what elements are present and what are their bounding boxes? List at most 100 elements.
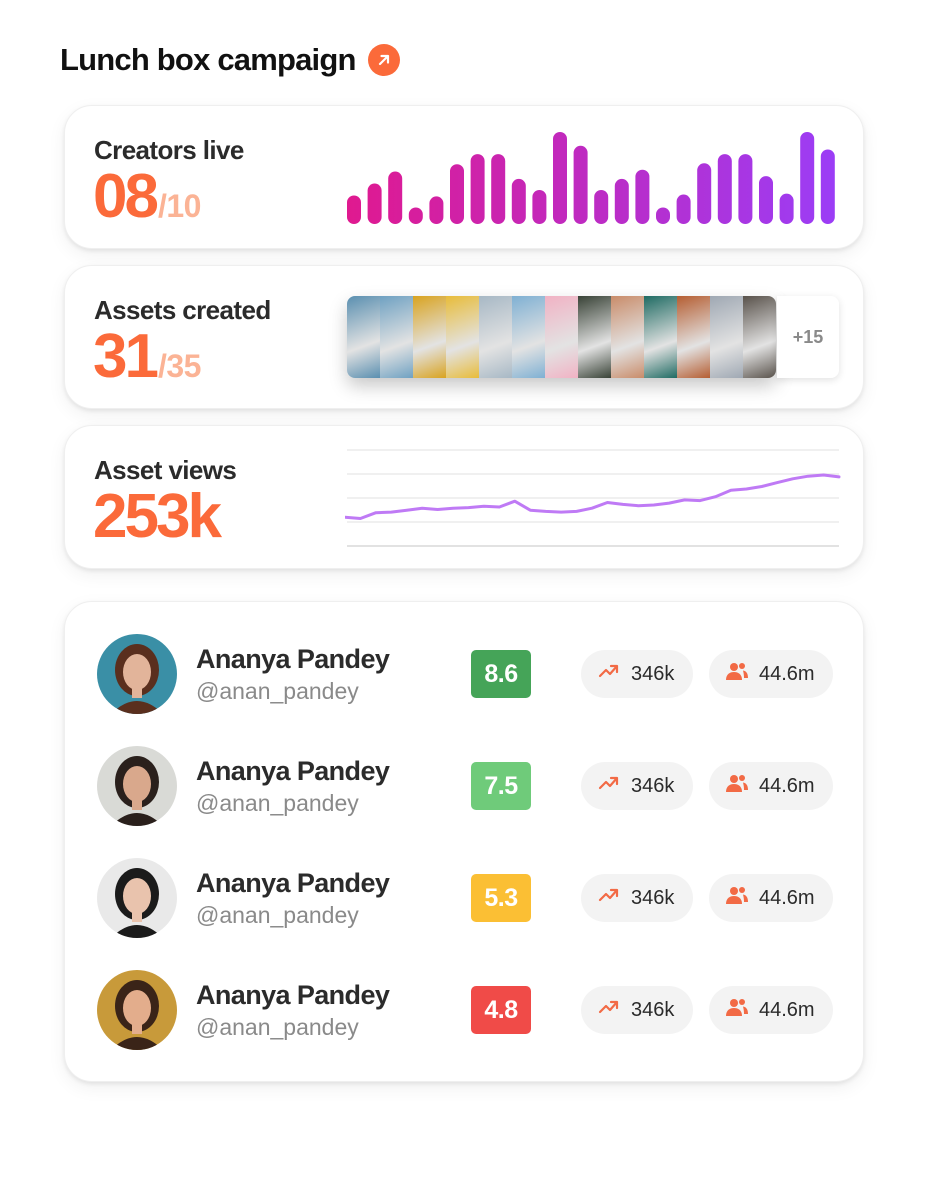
campaign-header: Lunch box campaign: [60, 42, 400, 78]
creator-handle: @anan_pandey: [196, 790, 359, 816]
followers-count: 44.6m: [759, 998, 815, 1021]
views-trend-line: [345, 473, 841, 520]
views-pill: 346k: [581, 874, 693, 922]
asset-thumbnail[interactable]: [413, 296, 446, 378]
more-assets-button[interactable]: +15: [777, 296, 839, 378]
activity-bar: [820, 149, 835, 224]
asset-thumbnail[interactable]: [677, 296, 710, 378]
creators-live-total: /10: [157, 188, 201, 224]
trending-up-icon: [597, 883, 621, 913]
views-count: 346k: [631, 662, 675, 685]
activity-bar: [779, 193, 794, 224]
asset-thumbnail[interactable]: [347, 296, 380, 378]
asset-views-count: 253k: [93, 482, 222, 551]
activity-bar: [553, 132, 567, 224]
activity-bar: [429, 196, 444, 224]
views-count: 346k: [631, 886, 675, 909]
views-pill: 346k: [581, 762, 693, 810]
asset-thumbnail[interactable]: [644, 296, 677, 378]
creator-name[interactable]: Ananya Pandey: [196, 644, 390, 675]
activity-bar: [676, 194, 691, 224]
score-badge: 8.6: [471, 650, 531, 698]
avatar[interactable]: [97, 746, 177, 826]
activity-bar: [408, 207, 423, 224]
views-pill: 346k: [581, 650, 693, 698]
asset-thumbnail[interactable]: [512, 296, 545, 378]
assets-created-total: /35: [157, 348, 201, 384]
creator-row[interactable]: Ananya Pandey @anan_pandey 8.6 346k 44.6…: [97, 634, 837, 714]
followers-pill: 44.6m: [709, 874, 833, 922]
creators-live-card: Creators live 08/10: [64, 105, 864, 249]
trending-up-icon: [597, 995, 621, 1025]
activity-bar: [367, 183, 382, 224]
creators-live-count: 08: [93, 162, 159, 231]
asset-thumbnail[interactable]: [446, 296, 479, 378]
activity-bar: [635, 169, 650, 224]
creator-name[interactable]: Ananya Pandey: [196, 756, 390, 787]
creators-live-bar-chart: [347, 132, 835, 224]
creator-row[interactable]: Ananya Pandey @anan_pandey 5.3 346k 44.6…: [97, 858, 837, 938]
score-badge: 4.8: [471, 986, 531, 1034]
avatar[interactable]: [97, 858, 177, 938]
activity-bar: [717, 154, 732, 224]
avatar[interactable]: [97, 970, 177, 1050]
followers-count: 44.6m: [759, 774, 815, 797]
asset-thumbnail[interactable]: [479, 296, 512, 378]
creators-list: Ananya Pandey @anan_pandey 8.6 346k 44.6…: [64, 601, 864, 1082]
assets-created-card: Assets created 31/35 +15: [64, 265, 864, 409]
activity-bar: [511, 178, 526, 224]
followers-pill: 44.6m: [709, 650, 833, 698]
followers-count: 44.6m: [759, 886, 815, 909]
creators-live-value: 08/10: [93, 166, 201, 228]
asset-views-card: Asset views 253k: [64, 425, 864, 569]
users-icon: [725, 659, 749, 689]
views-pill: 346k: [581, 986, 693, 1034]
creator-row[interactable]: Ananya Pandey @anan_pandey 7.5 346k 44.6…: [97, 746, 837, 826]
asset-views-line-chart: [345, 449, 841, 547]
followers-pill: 44.6m: [709, 986, 833, 1034]
creator-name[interactable]: Ananya Pandey: [196, 980, 390, 1011]
asset-thumbnail[interactable]: [743, 296, 776, 378]
asset-thumbnail-strip[interactable]: [347, 296, 776, 378]
creator-handle: @anan_pandey: [196, 902, 359, 928]
asset-thumbnail[interactable]: [611, 296, 644, 378]
asset-thumbnail[interactable]: [380, 296, 413, 378]
activity-bar: [347, 195, 361, 224]
asset-thumbnail[interactable]: [710, 296, 743, 378]
assets-created-value: 31/35: [93, 326, 201, 388]
followers-count: 44.6m: [759, 662, 815, 685]
followers-pill: 44.6m: [709, 762, 833, 810]
creator-handle: @anan_pandey: [196, 1014, 359, 1040]
asset-views-value: 253k: [93, 486, 222, 548]
arrow-up-right-icon[interactable]: [367, 44, 400, 76]
activity-bar: [532, 189, 547, 224]
activity-bar: [491, 154, 506, 224]
users-icon: [725, 883, 749, 913]
activity-bar: [388, 171, 403, 224]
score-badge: 7.5: [471, 762, 531, 810]
activity-bar: [759, 176, 773, 224]
activity-bar: [697, 163, 712, 224]
activity-bar: [614, 178, 629, 224]
asset-thumbnail[interactable]: [578, 296, 611, 378]
score-badge: 5.3: [471, 874, 531, 922]
activity-bar: [656, 207, 670, 224]
creator-name[interactable]: Ananya Pandey: [196, 868, 390, 899]
activity-bar: [594, 189, 609, 224]
users-icon: [725, 771, 749, 801]
creator-row[interactable]: Ananya Pandey @anan_pandey 4.8 346k 44.6…: [97, 970, 837, 1050]
campaign-title: Lunch box campaign: [60, 42, 356, 77]
trending-up-icon: [597, 659, 621, 689]
activity-bar: [800, 132, 815, 224]
activity-bar: [573, 145, 588, 224]
trending-up-icon: [597, 771, 621, 801]
activity-bar: [450, 164, 464, 224]
users-icon: [725, 995, 749, 1025]
activity-bar: [470, 154, 485, 224]
assets-created-count: 31: [93, 322, 159, 391]
views-count: 346k: [631, 774, 675, 797]
views-count: 346k: [631, 998, 675, 1021]
avatar[interactable]: [97, 634, 177, 714]
asset-thumbnail[interactable]: [545, 296, 578, 378]
creator-handle: @anan_pandey: [196, 678, 359, 704]
